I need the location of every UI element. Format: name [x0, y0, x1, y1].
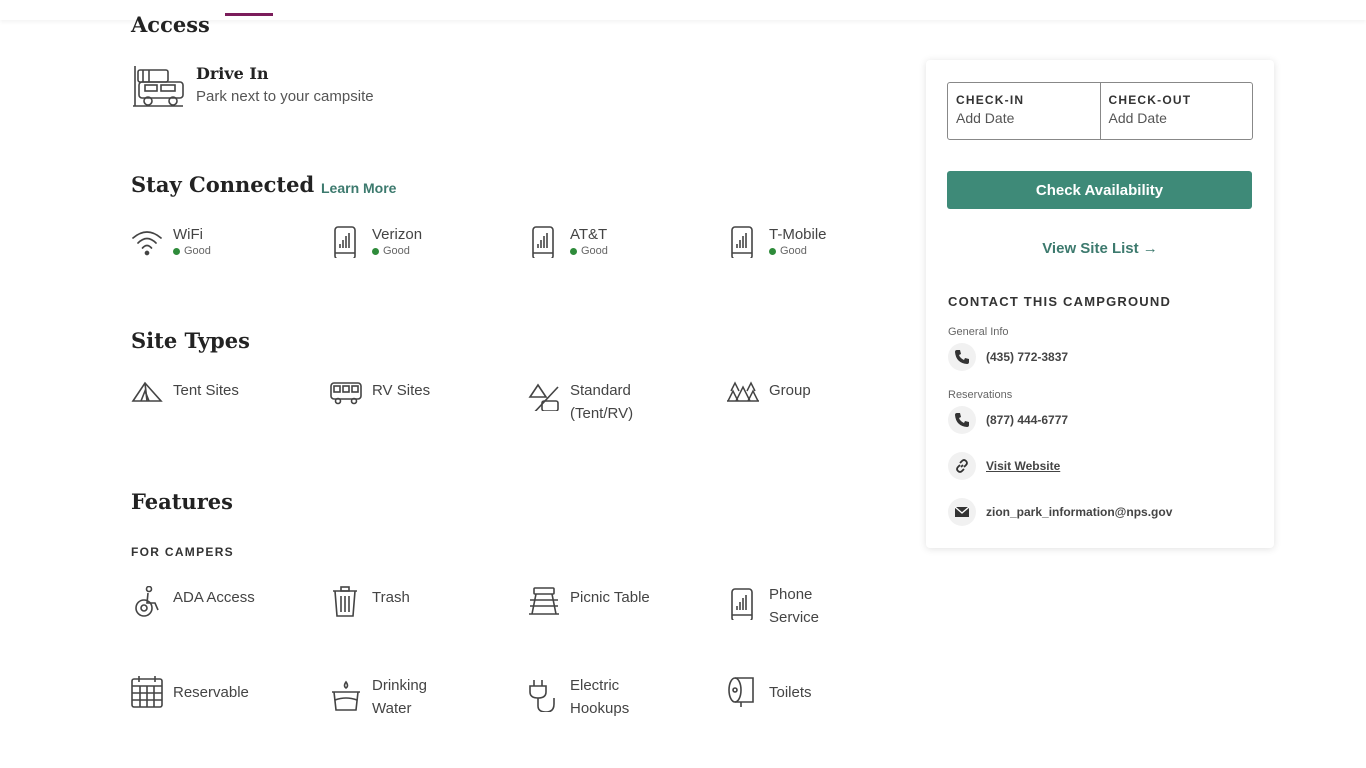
feature-electric-hookups: Electric Hookups	[528, 674, 650, 720]
email-icon	[948, 498, 976, 526]
feature-label: Toilets	[769, 684, 812, 701]
check-in-value: Add Date	[956, 110, 1015, 126]
car-icon	[131, 64, 185, 110]
site-type-group: Group	[727, 379, 811, 411]
reservations-phone-number: (877) 444-6777	[986, 413, 1069, 427]
status-text: Good	[581, 245, 608, 257]
feature-label: Drinking Water	[372, 677, 428, 717]
date-picker: CHECK-IN Add Date CHECK-OUT Add Date	[947, 82, 1253, 140]
status-dot	[769, 247, 776, 255]
website-row[interactable]: Visit Website	[948, 452, 1060, 480]
picnic-table-icon	[528, 586, 560, 618]
active-tab-indicator	[225, 13, 273, 16]
group-tents-icon	[727, 379, 759, 411]
features-subheading: FOR CAMPERS	[131, 545, 234, 559]
feature-reservable: Reservable	[131, 676, 249, 708]
site-type-tent: Tent Sites	[131, 379, 239, 411]
feature-picnic-table: Picnic Table	[528, 586, 650, 618]
connectivity-item-att: AT&T Good	[528, 226, 608, 258]
check-in-label: CHECK-IN	[956, 93, 1025, 107]
email-row[interactable]: zion_park_information@nps.gov	[948, 498, 1172, 526]
connectivity-item-verizon: Verizon Good	[330, 226, 422, 258]
connectivity-name: T-Mobile	[769, 226, 827, 243]
general-phone-row[interactable]: (435) 772-3837	[948, 343, 1068, 371]
phone-icon	[948, 343, 976, 371]
status-text: Good	[184, 245, 211, 257]
feature-label: Picnic Table	[570, 589, 650, 606]
site-types-heading: Site Types	[131, 328, 250, 353]
feature-phone-service: Phone Service	[727, 583, 839, 629]
site-type-standard: Standard (Tent/RV)	[528, 379, 660, 425]
connectivity-item-tmobile: T-Mobile Good	[727, 226, 827, 258]
wheelchair-icon	[131, 586, 163, 618]
site-type-label: Tent Sites	[173, 382, 239, 399]
booking-card: CHECK-IN Add Date CHECK-OUT Add Date Che…	[926, 60, 1274, 548]
status-text: Good	[780, 245, 807, 257]
phone-signal-icon	[727, 588, 759, 620]
rv-icon	[330, 379, 362, 411]
email-address: zion_park_information@nps.gov	[986, 505, 1173, 519]
water-icon	[330, 680, 362, 712]
phone-signal-icon	[727, 226, 759, 258]
site-type-label: Group	[769, 382, 811, 399]
status-dot	[570, 247, 577, 255]
view-site-list-link[interactable]: View Site List →	[926, 240, 1274, 257]
check-availability-button[interactable]: Check Availability	[947, 171, 1252, 209]
site-type-label: RV Sites	[372, 382, 431, 399]
connectivity-name: Verizon	[372, 226, 423, 243]
reservations-label: Reservations	[948, 389, 1013, 401]
connectivity-name: AT&T	[570, 226, 608, 243]
feature-ada: ADA Access	[131, 586, 255, 618]
check-out-label: CHECK-OUT	[1108, 93, 1192, 107]
feature-label: ADA Access	[173, 589, 255, 606]
tent-icon	[131, 379, 163, 411]
tent-rv-icon	[528, 379, 560, 411]
stay-connected-heading: Stay Connected	[131, 172, 315, 197]
general-phone-number: (435) 772-3837	[986, 350, 1069, 364]
plug-icon	[528, 680, 560, 712]
general-info-label: General Info	[948, 326, 1009, 338]
feature-label: Reservable	[173, 684, 249, 701]
feature-trash: Trash	[330, 586, 410, 618]
reservations-phone-row[interactable]: (877) 444-6777	[948, 406, 1068, 434]
toilet-paper-icon	[727, 676, 759, 708]
feature-label: Electric Hookups	[570, 677, 630, 717]
status-dot	[372, 247, 379, 255]
site-type-label: Standard (Tent/RV)	[570, 382, 634, 422]
contact-heading: CONTACT THIS CAMPGROUND	[948, 294, 1172, 309]
check-out-field[interactable]: CHECK-OUT Add Date	[1099, 83, 1253, 139]
check-out-value: Add Date	[1108, 110, 1167, 126]
phone-signal-icon	[330, 226, 362, 258]
phone-signal-icon	[528, 226, 560, 258]
calendar-icon	[131, 676, 163, 708]
phone-icon	[948, 406, 976, 434]
link-icon	[948, 452, 976, 480]
access-item-subtitle: Park next to your campsite	[196, 88, 374, 105]
status-dot	[173, 247, 180, 255]
status-text: Good	[383, 245, 410, 257]
feature-drinking-water: Drinking Water	[330, 674, 452, 720]
wifi-icon	[131, 226, 163, 258]
access-heading: Access	[131, 12, 210, 37]
connectivity-name: WiFi	[173, 226, 203, 243]
feature-label: Trash	[372, 589, 410, 606]
trash-icon	[330, 586, 362, 618]
check-in-field[interactable]: CHECK-IN Add Date	[948, 83, 1100, 139]
connectivity-item-wifi: WiFi Good	[131, 226, 211, 258]
site-type-rv: RV Sites	[330, 379, 430, 411]
feature-label: Phone Service	[769, 586, 820, 626]
access-item-title: Drive In	[196, 64, 269, 83]
feature-toilets: Toilets	[727, 676, 812, 708]
learn-more-link[interactable]: Learn More	[321, 180, 396, 196]
visit-website-link[interactable]: Visit Website	[986, 459, 1060, 473]
features-heading: Features	[131, 489, 233, 514]
